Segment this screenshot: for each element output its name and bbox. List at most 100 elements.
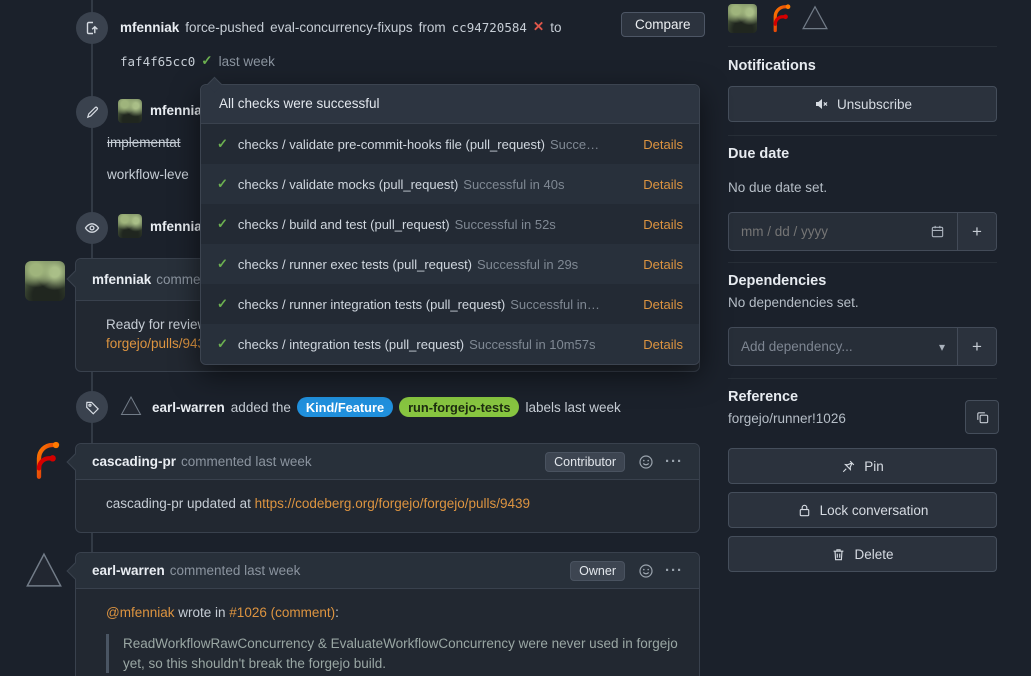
pull-link[interactable]: forgejo/pulls/943 xyxy=(106,336,205,351)
comment-text: cascading-pr updated at xyxy=(106,496,251,511)
role-badge: Owner xyxy=(570,561,625,581)
review-actor[interactable]: mfennia xyxy=(150,219,202,234)
details-link[interactable]: Details xyxy=(643,297,683,312)
checks-popup: All checks were successful ✓ checks / va… xyxy=(200,84,700,365)
add-due-date-button[interactable]: + xyxy=(957,213,996,250)
comment-meta: commented last week xyxy=(170,563,301,578)
sidebar-avatar-mfenniak[interactable] xyxy=(728,4,757,33)
comment-body: cascading-pr updated at https://codeberg… xyxy=(76,480,699,527)
sidebar-avatar-earl-warren[interactable] xyxy=(800,3,830,36)
avatar-mfenniak[interactable] xyxy=(118,99,142,123)
quote-reference-line: @mfenniak wrote in #1026 (comment): xyxy=(106,605,683,620)
actor-name[interactable]: earl-warren xyxy=(152,400,225,415)
copy-reference-button[interactable] xyxy=(965,400,999,434)
due-date-control: + xyxy=(728,212,997,251)
comment-author[interactable]: mfenniak xyxy=(92,272,151,287)
actor-name[interactable]: mfenniak xyxy=(120,20,179,35)
avatar-earl-warren[interactable] xyxy=(119,394,143,418)
check-success-icon: ✓ xyxy=(217,336,228,352)
title-change-actor[interactable]: mfennia xyxy=(150,103,202,118)
pin-button[interactable]: Pin xyxy=(728,448,997,484)
commit-failed-icon[interactable]: ✕ xyxy=(533,19,544,35)
reference-heading: Reference xyxy=(728,389,798,405)
comment-meta: comme xyxy=(156,272,200,287)
check-row: ✓ checks / build and test (pull_request)… xyxy=(201,204,699,244)
chevron-down-icon: ▾ xyxy=(939,340,945,354)
comment-earl-warren: earl-warren commented last week Owner ··… xyxy=(75,552,700,676)
details-link[interactable]: Details xyxy=(643,257,683,272)
add-dependency-select[interactable]: Add dependency... ▾ xyxy=(729,328,957,365)
label-kind-feature[interactable]: Kind/Feature xyxy=(297,397,393,417)
compare-button[interactable]: Compare xyxy=(621,12,705,37)
sidebar-avatar-cascading-pr[interactable] xyxy=(764,3,794,36)
check-row: ✓ checks / runner integration tests (pul… xyxy=(201,284,699,324)
comment-cascading-pr: cascading-pr commented last week Contrib… xyxy=(75,443,700,533)
calendar-icon[interactable] xyxy=(930,224,945,239)
avatar-earl-warren[interactable] xyxy=(24,550,64,590)
avatar-cascading-pr[interactable] xyxy=(24,440,64,483)
check-status: Successful in 10m57s xyxy=(469,337,595,352)
check-status: Successful in 52s xyxy=(455,217,556,232)
role-badge: Contributor xyxy=(545,452,625,472)
due-date-heading: Due date xyxy=(728,146,789,162)
due-date-input[interactable] xyxy=(741,224,922,239)
check-success-icon: ✓ xyxy=(217,176,228,192)
sidebar-divider xyxy=(728,46,997,47)
comment-header: cascading-pr commented last week Contrib… xyxy=(76,444,699,480)
label-run-forgejo-tests[interactable]: run-forgejo-tests xyxy=(399,397,519,417)
mute-icon xyxy=(813,96,829,112)
event-time: last week xyxy=(219,54,275,69)
check-status: Successful in 40s xyxy=(463,177,564,192)
labels-event: earl-warren added the Kind/Feature run-f… xyxy=(152,397,621,417)
check-success-icon: ✓ xyxy=(217,216,228,232)
pin-icon xyxy=(841,459,856,474)
avatar-mfenniak[interactable] xyxy=(25,261,65,301)
details-link[interactable]: Details xyxy=(643,137,683,152)
checks-popup-title: All checks were successful xyxy=(201,85,699,124)
check-status: Succe… xyxy=(550,137,599,152)
due-date-empty-text: No due date set. xyxy=(728,180,827,195)
check-status: Successful in… xyxy=(510,297,600,312)
add-dependency-button[interactable]: + xyxy=(957,328,996,365)
pencil-icon xyxy=(76,96,108,128)
branch-name[interactable]: eval-concurrency-fixups xyxy=(270,20,413,35)
dependency-control: Add dependency... ▾ + xyxy=(728,327,997,366)
details-link[interactable]: Details xyxy=(643,337,683,352)
new-commit-hash[interactable]: faf4f65cc0 xyxy=(120,54,195,69)
issue-comment-link[interactable]: #1026 (comment) xyxy=(229,605,335,620)
lock-conversation-button[interactable]: Lock conversation xyxy=(728,492,997,528)
comment-header: earl-warren commented last week Owner ··… xyxy=(76,553,699,589)
unsubscribe-button[interactable]: Unsubscribe xyxy=(728,86,997,122)
reference-value: forgejo/runner!1026 xyxy=(728,411,846,426)
emoji-reaction-button[interactable] xyxy=(638,454,654,470)
check-success-icon: ✓ xyxy=(217,296,228,312)
codeberg-pull-link[interactable]: https://codeberg.org/forgejo/forgejo/pul… xyxy=(255,496,530,511)
lock-icon xyxy=(797,503,812,518)
check-name: checks / validate pre-commit-hooks file … xyxy=(238,137,545,152)
comment-meta: commented last week xyxy=(181,454,312,469)
old-commit-hash[interactable]: cc94720584 xyxy=(452,20,527,35)
comment-menu-button[interactable]: ··· xyxy=(665,562,683,579)
details-link[interactable]: Details xyxy=(643,217,683,232)
check-success-icon: ✓ xyxy=(217,136,228,152)
sidebar-divider xyxy=(728,135,997,136)
check-name: checks / integration tests (pull_request… xyxy=(238,337,464,352)
dependencies-heading: Dependencies xyxy=(728,273,826,289)
check-row: ✓ checks / validate mocks (pull_request)… xyxy=(201,164,699,204)
commit-success-icon[interactable]: ✓ xyxy=(201,53,212,69)
comment-author[interactable]: earl-warren xyxy=(92,563,165,578)
comment-author[interactable]: cascading-pr xyxy=(92,454,176,469)
check-name: checks / build and test (pull_request) xyxy=(238,217,450,232)
avatar-mfenniak[interactable] xyxy=(118,214,142,238)
notifications-heading: Notifications xyxy=(728,58,816,74)
quoted-text: ReadWorkflowRawConcurrency & EvaluateWor… xyxy=(106,634,686,673)
mention-link[interactable]: @mfenniak xyxy=(106,605,174,620)
delete-button[interactable]: Delete xyxy=(728,536,997,572)
details-link[interactable]: Details xyxy=(643,177,683,192)
eye-icon xyxy=(76,212,108,244)
check-row: ✓ checks / integration tests (pull_reque… xyxy=(201,324,699,364)
emoji-reaction-button[interactable] xyxy=(638,563,654,579)
sidebar-divider xyxy=(728,262,997,263)
check-row: ✓ checks / validate pre-commit-hooks fil… xyxy=(201,124,699,164)
comment-menu-button[interactable]: ··· xyxy=(665,453,683,470)
